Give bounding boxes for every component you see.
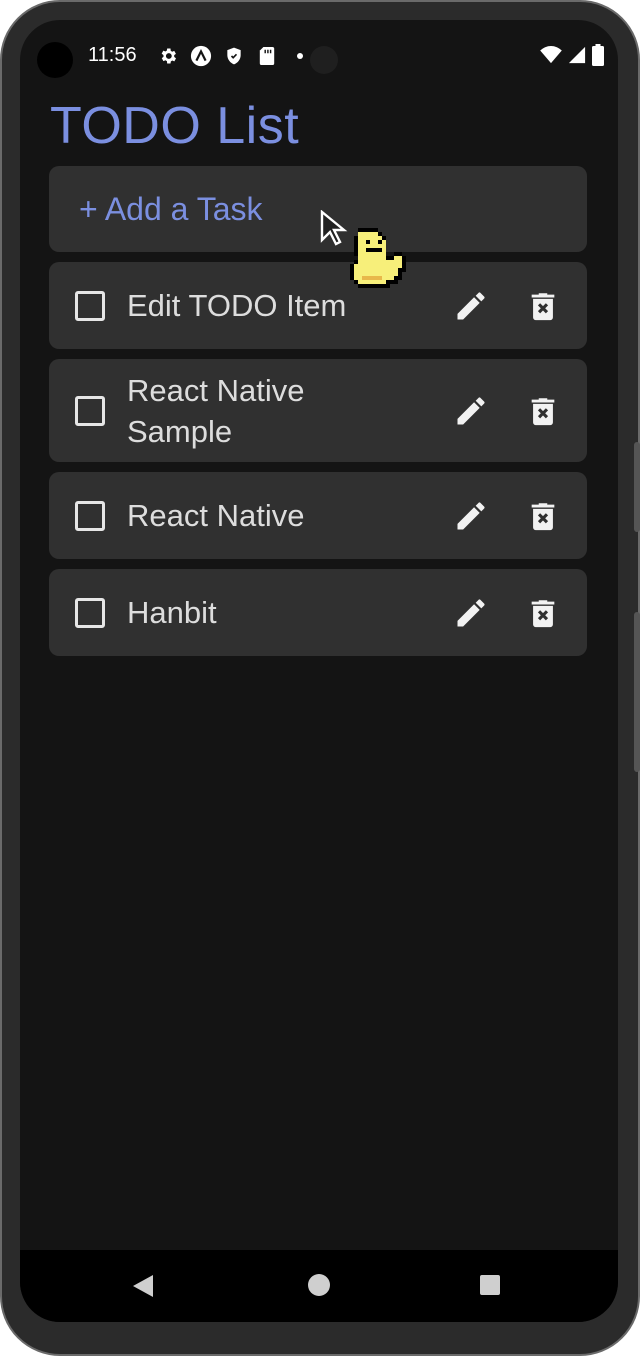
dot-icon (288, 44, 312, 68)
status-time: 11:56 (88, 44, 137, 66)
sd-card-icon (255, 44, 279, 68)
page-title: TODO List (50, 97, 300, 155)
recents-icon[interactable] (480, 1275, 500, 1295)
notification-icons (156, 44, 312, 68)
edit-icon[interactable] (451, 286, 491, 326)
signal-icon (568, 46, 586, 69)
delete-icon[interactable] (523, 593, 563, 633)
delete-icon[interactable] (523, 496, 563, 536)
system-status-icons (540, 44, 604, 71)
screen: 11:56 TODO List + Add a Task Edit TODO I… (20, 20, 618, 1322)
edit-icon[interactable] (451, 593, 491, 633)
checkbox[interactable] (75, 395, 105, 426)
camera-hole (37, 42, 73, 78)
expo-icon (189, 44, 213, 68)
todo-item: React Native Sample (49, 359, 587, 462)
checkbox[interactable] (75, 290, 105, 321)
todo-text: React Native Sample (127, 372, 305, 449)
wifi-icon (540, 46, 562, 69)
delete-icon[interactable] (523, 286, 563, 326)
back-icon[interactable] (132, 1274, 154, 1303)
add-task-label: + Add a Task (79, 190, 263, 227)
checkbox[interactable] (75, 597, 105, 628)
todo-item: Edit TODO Item (49, 262, 587, 349)
shield-icon (222, 44, 246, 68)
todo-text: Hanbit (127, 595, 217, 630)
phone-frame: 11:56 TODO List + Add a Task Edit TODO I… (0, 0, 640, 1356)
todo-item: React Native (49, 472, 587, 559)
duck-mascot-icon (334, 224, 410, 305)
todo-list: Edit TODO Item React Native Sample React… (49, 262, 587, 666)
front-sensor (310, 46, 338, 74)
checkbox[interactable] (75, 500, 105, 531)
todo-text: React Native (127, 498, 305, 533)
add-task-button[interactable]: + Add a Task (49, 166, 587, 252)
edit-icon[interactable] (451, 496, 491, 536)
home-icon[interactable] (308, 1274, 330, 1296)
status-bar: 11:56 (20, 20, 618, 92)
todo-item: Hanbit (49, 569, 587, 656)
edit-icon[interactable] (451, 391, 491, 431)
battery-icon (592, 44, 604, 71)
delete-icon[interactable] (523, 391, 563, 431)
gear-icon (156, 44, 180, 68)
navigation-bar (20, 1250, 618, 1322)
power-button (634, 612, 640, 772)
volume-button (634, 442, 640, 532)
